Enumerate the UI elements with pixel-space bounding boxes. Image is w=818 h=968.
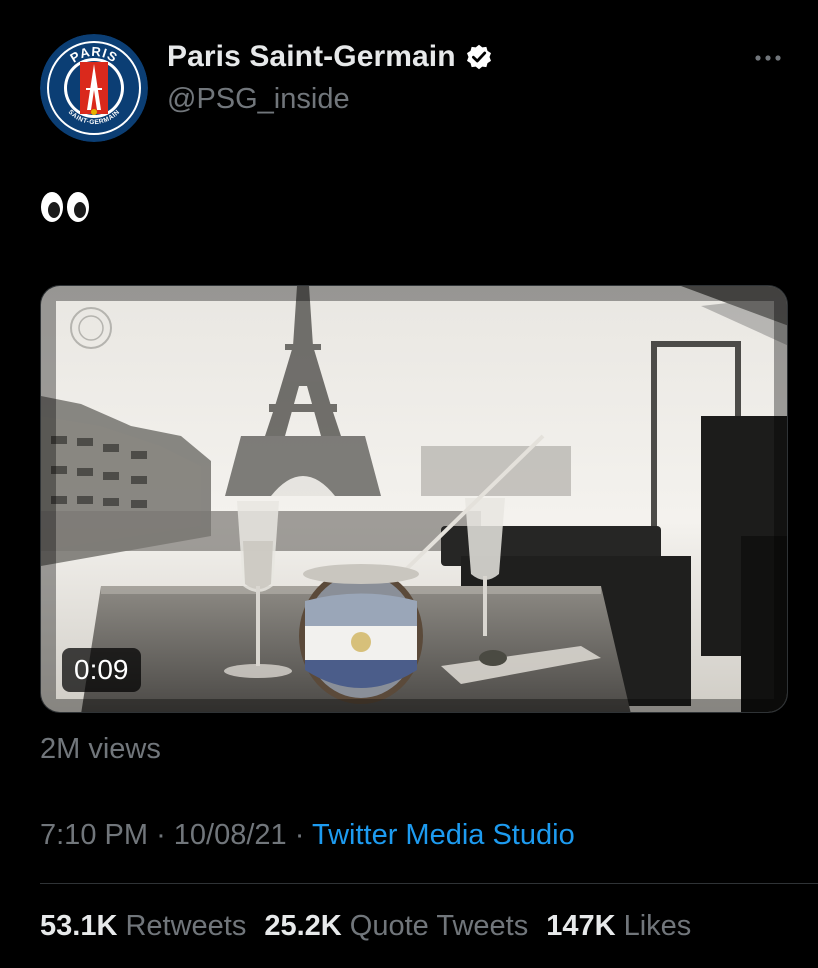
quote-tweets-stat[interactable]: 25.2K Quote Tweets [264, 910, 528, 943]
meta-separator: · [156, 819, 166, 851]
tweet-date[interactable]: 10/08/21 [174, 819, 287, 851]
avatar[interactable]: PARIS SAINT-GERMAIN [40, 34, 148, 142]
video-player[interactable] [40, 285, 788, 713]
psg-crest-icon: PARIS SAINT-GERMAIN [40, 34, 148, 142]
retweets-stat[interactable]: 53.1K Retweets [40, 910, 246, 943]
likes-stat[interactable]: 147K Likes [546, 910, 691, 943]
meta-separator-2: · [294, 819, 305, 851]
tweet-time[interactable]: 7:10 PM [40, 819, 148, 851]
author-name-row: Paris Saint-Germain [167, 40, 494, 74]
tweet-text [40, 190, 89, 224]
likes-count: 147K [546, 910, 616, 942]
tweet-meta: 7:10 PM · 10/08/21 · Twitter Media Studi… [40, 819, 575, 852]
verified-badge-icon [464, 42, 494, 72]
author-handle[interactable]: @PSG_inside [167, 83, 350, 116]
tweet-source-link[interactable]: Twitter Media Studio [312, 819, 575, 851]
video-duration-badge: 0:09 [62, 648, 141, 692]
divider [40, 883, 818, 884]
more-options-icon[interactable] [752, 48, 786, 68]
eyes-emoji-icon [40, 190, 89, 224]
retweets-label: Retweets [125, 910, 247, 942]
video-thumbnail [41, 286, 787, 712]
likes-label: Likes [623, 910, 692, 942]
retweets-count: 53.1K [40, 910, 118, 942]
engagement-stats: 53.1K Retweets 25.2K Quote Tweets 147K L… [40, 910, 691, 943]
quote-tweets-count: 25.2K [264, 910, 342, 942]
tweet-detail: PARIS SAINT-GERMAIN Paris Saint-Germain … [0, 0, 818, 968]
view-count: 2M views [40, 733, 161, 765]
quote-tweets-label: Quote Tweets [349, 910, 529, 942]
display-name[interactable]: Paris Saint-Germain [167, 40, 456, 74]
